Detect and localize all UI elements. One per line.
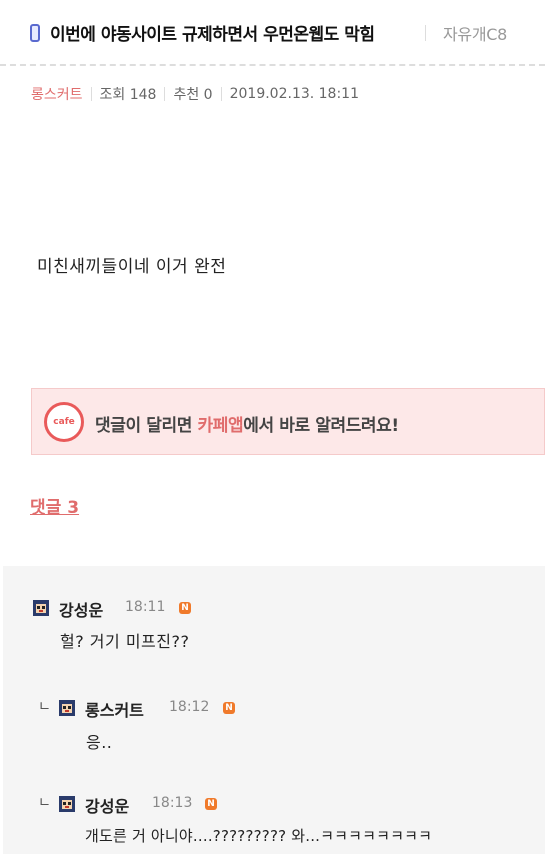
avatar-icon[interactable]: [57, 794, 77, 814]
new-badge-icon: N: [205, 798, 217, 810]
author-link[interactable]: 롱스커트: [31, 84, 83, 104]
avatar-icon[interactable]: [31, 598, 51, 618]
reply-item: ㄴ 롱스커트 18:12 N 응..: [3, 666, 545, 761]
cafe-logo-text: cafe: [53, 417, 75, 427]
banner-text-accent: 카페앱: [197, 416, 244, 436]
divider: [220, 87, 222, 101]
comment-item: 강성운 18:11 N 헐? 거기 미프진??: [3, 566, 545, 666]
comment-author[interactable]: 강성운: [59, 597, 103, 621]
comment-text: 개도른 거 아니야....????????? 와...ㅋㅋㅋㅋㅋㅋㅋㅋ: [85, 827, 433, 845]
post-date: 2019.02.13. 18:11: [229, 86, 359, 102]
cafe-app-banner[interactable]: cafe 댓글이 달리면 카페앱에서 바로 알려드려요!: [31, 388, 545, 455]
comments-list: 강성운 18:11 N 헐? 거기 미프진?? ㄴ 롱스커트 18:12 N 응…: [3, 566, 545, 854]
comment-time: 18:11: [125, 599, 166, 615]
new-badge-icon: N: [179, 602, 191, 614]
board-name-link[interactable]: 자유개C8: [443, 21, 507, 45]
avatar-icon[interactable]: [57, 698, 77, 718]
post-header: 이번에 야동사이트 규제하면서 우먼온웹도 막힘 자유개C8: [0, 0, 545, 64]
comment-time: 18:13: [152, 795, 193, 811]
banner-text-pre: 댓글이 달리면: [95, 416, 198, 436]
reply-arrow-icon: ㄴ: [38, 699, 51, 715]
post-title: 이번에 야동사이트 규제하면서 우먼온웹도 막힘: [50, 25, 375, 45]
banner-text: 댓글이 달리면 카페앱에서 바로 알려드려요!: [95, 411, 399, 436]
view-count: 조회 148: [99, 87, 157, 103]
like-count: 추천 0: [173, 87, 213, 103]
divider: [90, 87, 92, 101]
new-badge-icon: N: [223, 702, 235, 714]
phone-icon: [30, 24, 40, 42]
header-divider: [0, 64, 545, 66]
reply-arrow-icon: ㄴ: [38, 795, 51, 811]
comments-count-link[interactable]: 댓글 3: [30, 493, 79, 518]
banner-text-post: 에서 바로 알려드려요!: [243, 416, 399, 436]
comment-author[interactable]: 강성운: [85, 793, 129, 817]
comment-time: 18:12: [169, 699, 210, 715]
cafe-logo-icon: cafe: [44, 402, 84, 442]
comment-author[interactable]: 롱스커트: [85, 697, 144, 721]
reply-item: ㄴ 강성운 18:13 N 개도른 거 아니야....????????? 와..…: [3, 761, 545, 854]
divider: [164, 87, 166, 101]
divider: [425, 25, 426, 41]
comment-text: 응..: [86, 733, 113, 752]
post-body: 미친새끼들이네 이거 완전: [37, 257, 227, 277]
post-meta: 롱스커트 조회 148 추천 0 2019.02.13. 18:11: [31, 84, 359, 104]
comment-text: 헐? 거기 미프진??: [60, 632, 190, 651]
